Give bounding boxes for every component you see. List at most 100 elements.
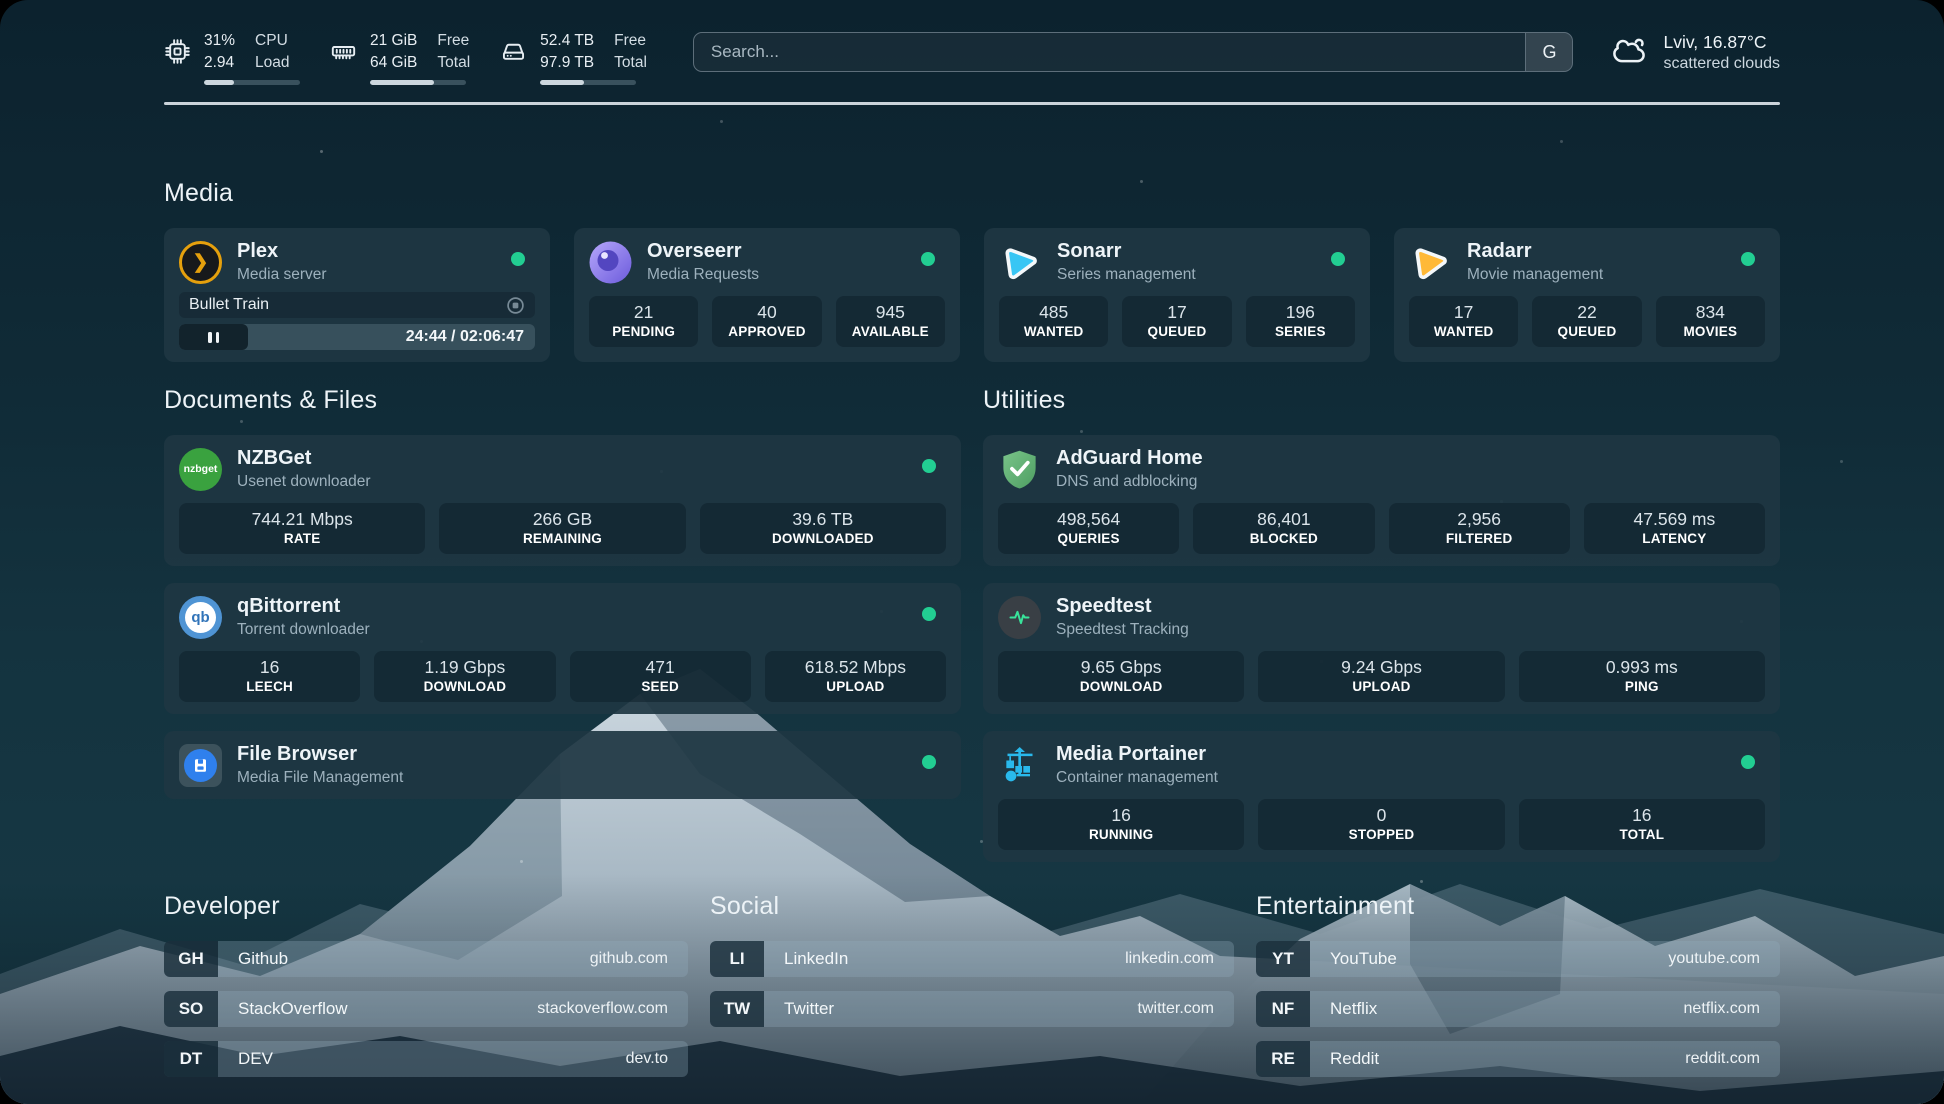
cpu-usage-label: CPU bbox=[255, 30, 289, 52]
overseerr-icon bbox=[589, 241, 632, 284]
link-dev[interactable]: DT DEV dev.to bbox=[164, 1041, 688, 1077]
now-playing-time: 24:44 / 02:06:47 bbox=[406, 328, 535, 346]
stat-queued: 17 QUEUED bbox=[1122, 296, 1231, 347]
stat-download: 1.19 Gbps DOWNLOAD bbox=[374, 651, 555, 702]
link-name: Twitter bbox=[764, 991, 834, 1027]
disk-total-label: Total bbox=[614, 52, 647, 74]
link-stackoverflow[interactable]: SO StackOverflow stackoverflow.com bbox=[164, 991, 688, 1027]
stat-download: 9.65 Gbps DOWNLOAD bbox=[998, 651, 1244, 702]
link-name: YouTube bbox=[1310, 941, 1397, 977]
disk-free-value: 52.4 TB bbox=[540, 30, 594, 52]
link-abbr: LI bbox=[710, 941, 764, 977]
app-title: Overseerr bbox=[647, 240, 759, 263]
link-url: github.com bbox=[590, 941, 688, 977]
stat-filtered: 2,956 FILTERED bbox=[1389, 503, 1570, 554]
link-twitter[interactable]: TW Twitter twitter.com bbox=[710, 991, 1234, 1027]
stat-series: 196 SERIES bbox=[1246, 296, 1355, 347]
search-bar: G bbox=[693, 32, 1574, 72]
app-card-overseerr[interactable]: Overseerr Media Requests 21 PENDING 40 A… bbox=[574, 228, 960, 362]
app-subtitle: DNS and adblocking bbox=[1056, 473, 1203, 491]
link-youtube[interactable]: YT YouTube youtube.com bbox=[1256, 941, 1780, 977]
link-url: linkedin.com bbox=[1125, 941, 1234, 977]
link-github[interactable]: GH Github github.com bbox=[164, 941, 688, 977]
link-netflix[interactable]: NF Netflix netflix.com bbox=[1256, 991, 1780, 1027]
stat-latency: 47.569 ms LATENCY bbox=[1584, 503, 1765, 554]
app-card-radarr[interactable]: Radarr Movie management 17 WANTED 22 QUE… bbox=[1394, 228, 1780, 362]
cpu-load-label: Load bbox=[255, 52, 289, 74]
section-title-social: Social bbox=[710, 892, 1234, 921]
app-card-media-portainer[interactable]: Media Portainer Container management 16 … bbox=[983, 731, 1780, 862]
link-abbr: NF bbox=[1256, 991, 1310, 1027]
stat-upload: 9.24 Gbps UPLOAD bbox=[1258, 651, 1504, 702]
ram-free-label: Free bbox=[437, 30, 470, 52]
app-card-file-browser[interactable]: File Browser Media File Management bbox=[164, 731, 961, 799]
app-card-nzbget[interactable]: nzbget NZBGet Usenet downloader 744.21 M… bbox=[164, 435, 961, 566]
disk-widget: 52.4 TB 97.9 TB Free Total bbox=[500, 30, 647, 85]
app-card-adguard-home[interactable]: AdGuard Home DNS and adblocking 498,564 … bbox=[983, 435, 1780, 566]
section-title-utilities: Utilities bbox=[983, 386, 1780, 415]
app-title: File Browser bbox=[237, 743, 403, 766]
stat-approved: 40 APPROVED bbox=[712, 296, 821, 347]
search-input[interactable] bbox=[694, 33, 1526, 71]
app-subtitle: Movie management bbox=[1467, 266, 1603, 284]
app-card-qbittorrent[interactable]: qb qBittorrent Torrent downloader 16 bbox=[164, 583, 961, 714]
stat-upload: 618.52 Mbps UPLOAD bbox=[765, 651, 946, 702]
app-title: Plex bbox=[237, 240, 327, 263]
link-reddit[interactable]: RE Reddit reddit.com bbox=[1256, 1041, 1780, 1077]
ram-total-label: Total bbox=[437, 52, 470, 74]
google-engine-button[interactable]: G bbox=[1525, 33, 1572, 71]
weather-condition: scattered clouds bbox=[1663, 55, 1780, 73]
sonarr-icon bbox=[999, 241, 1042, 284]
app-title: Media Portainer bbox=[1056, 743, 1218, 766]
link-abbr: TW bbox=[710, 991, 764, 1027]
ram-usage-bar bbox=[370, 80, 466, 85]
pause-icon[interactable] bbox=[179, 324, 248, 350]
stat-running: 16 RUNNING bbox=[998, 799, 1244, 850]
link-name: LinkedIn bbox=[764, 941, 848, 977]
app-card-plex[interactable]: ❯ Plex Media server Bullet Train bbox=[164, 228, 550, 362]
now-playing-progress-bar[interactable]: 24:44 / 02:06:47 bbox=[179, 324, 535, 350]
now-playing-title-row: Bullet Train bbox=[179, 292, 535, 318]
stat-pending: 21 PENDING bbox=[589, 296, 698, 347]
link-abbr: DT bbox=[164, 1041, 218, 1077]
link-abbr: YT bbox=[1256, 941, 1310, 977]
plex-icon: ❯ bbox=[179, 241, 222, 284]
cpu-usage-value: 31% bbox=[204, 30, 235, 52]
stat-movies: 834 MOVIES bbox=[1656, 296, 1765, 347]
app-title: NZBGet bbox=[237, 447, 371, 470]
disk-usage-bar bbox=[540, 80, 636, 85]
ram-icon bbox=[330, 38, 357, 85]
app-subtitle: Media File Management bbox=[237, 769, 403, 787]
cpu-usage-bar bbox=[204, 80, 300, 85]
stat-wanted: 17 WANTED bbox=[1409, 296, 1518, 347]
system-stats: 31% 2.94 CPU Load bbox=[164, 30, 647, 85]
weather-location-temp: Lviv, 16.87°C bbox=[1663, 32, 1780, 53]
app-subtitle: Media Requests bbox=[647, 266, 759, 284]
cast-icon[interactable] bbox=[506, 296, 525, 315]
stat-leech: 16 LEECH bbox=[179, 651, 360, 702]
link-url: reddit.com bbox=[1685, 1041, 1780, 1077]
app-subtitle: Usenet downloader bbox=[237, 473, 371, 491]
link-linkedin[interactable]: LI LinkedIn linkedin.com bbox=[710, 941, 1234, 977]
stat-downloaded: 39.6 TB DOWNLOADED bbox=[700, 503, 946, 554]
radarr-icon bbox=[1409, 241, 1452, 284]
section-title-media: Media bbox=[164, 179, 1780, 208]
speedtest-icon bbox=[998, 596, 1041, 639]
memory-widget: 21 GiB 64 GiB Free Total bbox=[330, 30, 470, 85]
link-name: Netflix bbox=[1310, 991, 1377, 1027]
link-url: twitter.com bbox=[1138, 991, 1234, 1027]
link-url: netflix.com bbox=[1684, 991, 1780, 1027]
stat-blocked: 86,401 BLOCKED bbox=[1193, 503, 1374, 554]
app-subtitle: Speedtest Tracking bbox=[1056, 621, 1189, 639]
app-card-speedtest[interactable]: Speedtest Speedtest Tracking 9.65 Gbps D… bbox=[983, 583, 1780, 714]
topbar-divider bbox=[164, 102, 1780, 105]
app-subtitle: Media server bbox=[237, 266, 327, 284]
stat-available: 945 AVAILABLE bbox=[836, 296, 945, 347]
link-url: dev.to bbox=[626, 1041, 688, 1077]
app-title: Sonarr bbox=[1057, 240, 1196, 263]
app-title: qBittorrent bbox=[237, 595, 370, 618]
app-card-sonarr[interactable]: Sonarr Series management 485 WANTED 17 Q… bbox=[984, 228, 1370, 362]
app-subtitle: Container management bbox=[1056, 769, 1218, 787]
cloud-icon bbox=[1613, 35, 1649, 70]
app-title: Radarr bbox=[1467, 240, 1603, 263]
